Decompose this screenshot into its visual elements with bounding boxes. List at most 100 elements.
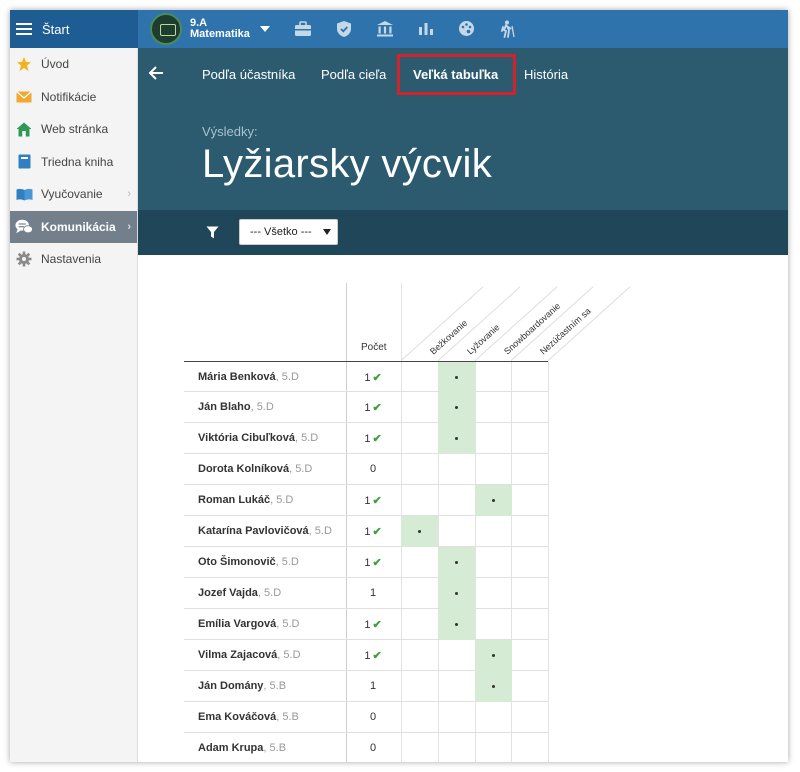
choice-cell[interactable] [401,423,438,454]
student-name[interactable]: Emília Vargová, 5.D [198,618,300,630]
choice-cell[interactable] [511,733,548,762]
choice-cell[interactable] [475,362,512,393]
choice-cell[interactable] [511,578,548,609]
choice-cell[interactable] [475,485,512,516]
choice-cell[interactable] [511,423,548,454]
choice-cell[interactable] [438,578,475,609]
active-tab-highlight [397,54,516,95]
tab-podla-ucastnika[interactable]: Podľa účastníka [202,67,295,82]
choice-cell[interactable] [438,671,475,702]
choice-cell[interactable] [401,454,438,485]
sidebar-item-uvod[interactable]: Úvod [10,48,137,81]
header-divider [548,286,631,361]
choice-cell[interactable] [475,671,512,702]
count-value: 0 [369,742,377,754]
choice-cell[interactable] [511,485,548,516]
hiking-icon[interactable] [497,18,518,39]
sidebar-item-vyucovanie[interactable]: Vyučovanie › [10,178,137,211]
class-selector[interactable]: 9.A Matematika [150,13,270,45]
choice-cell[interactable] [438,423,475,454]
briefcase-icon[interactable] [292,18,313,39]
choice-cell[interactable] [438,733,475,762]
choice-cell[interactable] [511,547,548,578]
choice-cell[interactable] [401,392,438,423]
student-name-text: Viktória Cibuľková [198,432,295,444]
choice-cell[interactable] [475,702,512,733]
sidebar-item-label: Úvod [41,57,70,72]
bank-icon[interactable] [374,18,395,39]
choice-cell[interactable] [475,516,512,547]
choice-cell[interactable] [438,640,475,671]
choice-cell[interactable] [438,547,475,578]
choice-cell[interactable] [401,640,438,671]
sidebar-item-label: Nastavenia [41,252,102,267]
choice-cell[interactable] [475,640,512,671]
choice-cell[interactable] [475,609,512,640]
sidebar-item-label: Web stránka [41,122,109,137]
sidebar-item-triedna-kniha[interactable]: Triedna kniha [10,146,137,179]
choice-cell[interactable] [401,516,438,547]
choice-cell[interactable] [438,362,475,393]
choice-cell[interactable] [511,640,548,671]
choice-cell[interactable] [438,702,475,733]
student-name[interactable]: Viktória Cibuľková, 5.D [198,432,318,444]
choice-cell[interactable] [401,609,438,640]
choice-cell[interactable] [401,485,438,516]
choice-cell[interactable] [475,392,512,423]
choice-cell[interactable] [511,516,548,547]
palette-icon[interactable] [456,18,477,39]
chevron-right-icon: › [127,220,131,233]
choice-cell[interactable] [511,392,548,423]
choice-cell[interactable] [475,547,512,578]
choice-cell[interactable] [401,578,438,609]
student-class: , 5.D [276,618,300,630]
tab-podla-ciela[interactable]: Podľa cieľa [321,67,386,82]
choice-cell[interactable] [511,702,548,733]
bar-chart-icon[interactable] [415,18,436,39]
filter-select[interactable]: --- Všetko --- [239,219,338,245]
start-menu-button[interactable]: Štart [10,10,138,48]
count-cell: 1 [346,680,400,692]
choice-cell[interactable] [475,454,512,485]
student-class: , 5.B [276,711,299,723]
check-icon: ✔ [372,526,382,538]
choice-cell[interactable] [401,671,438,702]
student-name[interactable]: Roman Lukáč, 5.D [198,494,293,506]
choice-cell[interactable] [511,671,548,702]
choice-cell[interactable] [438,454,475,485]
student-name[interactable]: Vilma Zajacová, 5.D [198,649,301,661]
count-value: 1 [364,619,371,631]
student-name[interactable]: Dorota Kolníková, 5.D [198,463,312,475]
student-name[interactable]: Oto Šimonovič, 5.D [198,556,299,568]
sidebar-item-notifikacie[interactable]: Notifikácie [10,81,137,114]
choice-cell[interactable] [438,516,475,547]
choice-cell[interactable] [438,392,475,423]
choice-cell[interactable] [511,454,548,485]
sidebar-item-web-stranka[interactable]: Web stránka [10,113,137,146]
choice-cell[interactable] [511,362,548,393]
choice-cell[interactable] [401,362,438,393]
tab-historia[interactable]: História [524,67,568,82]
back-arrow-icon[interactable] [148,65,164,86]
shield-icon[interactable] [333,18,354,39]
student-name[interactable]: Ema Kováčová, 5.B [198,711,299,723]
choice-cell[interactable] [438,485,475,516]
sidebar-item-komunikacia[interactable]: Komunikácia › [10,210,137,243]
student-name[interactable]: Ján Domány, 5.B [198,680,286,692]
check-icon: ✔ [372,557,382,569]
choice-cell[interactable] [475,423,512,454]
student-name[interactable]: Mária Benková, 5.D [198,371,299,383]
filter-icon[interactable] [206,226,219,244]
student-name[interactable]: Adam Krupa, 5.B [198,742,286,754]
student-name[interactable]: Jozef Vajda, 5.D [198,587,281,599]
choice-cell[interactable] [475,578,512,609]
choice-cell[interactable] [438,609,475,640]
choice-cell[interactable] [475,733,512,762]
choice-cell[interactable] [401,547,438,578]
student-name[interactable]: Katarína Pavlovičová, 5.D [198,525,332,537]
sidebar-item-nastavenia[interactable]: Nastavenia [10,243,137,276]
choice-cell[interactable] [511,609,548,640]
choice-cell[interactable] [401,702,438,733]
choice-cell[interactable] [401,733,438,762]
student-name[interactable]: Ján Blaho, 5.D [198,401,274,413]
